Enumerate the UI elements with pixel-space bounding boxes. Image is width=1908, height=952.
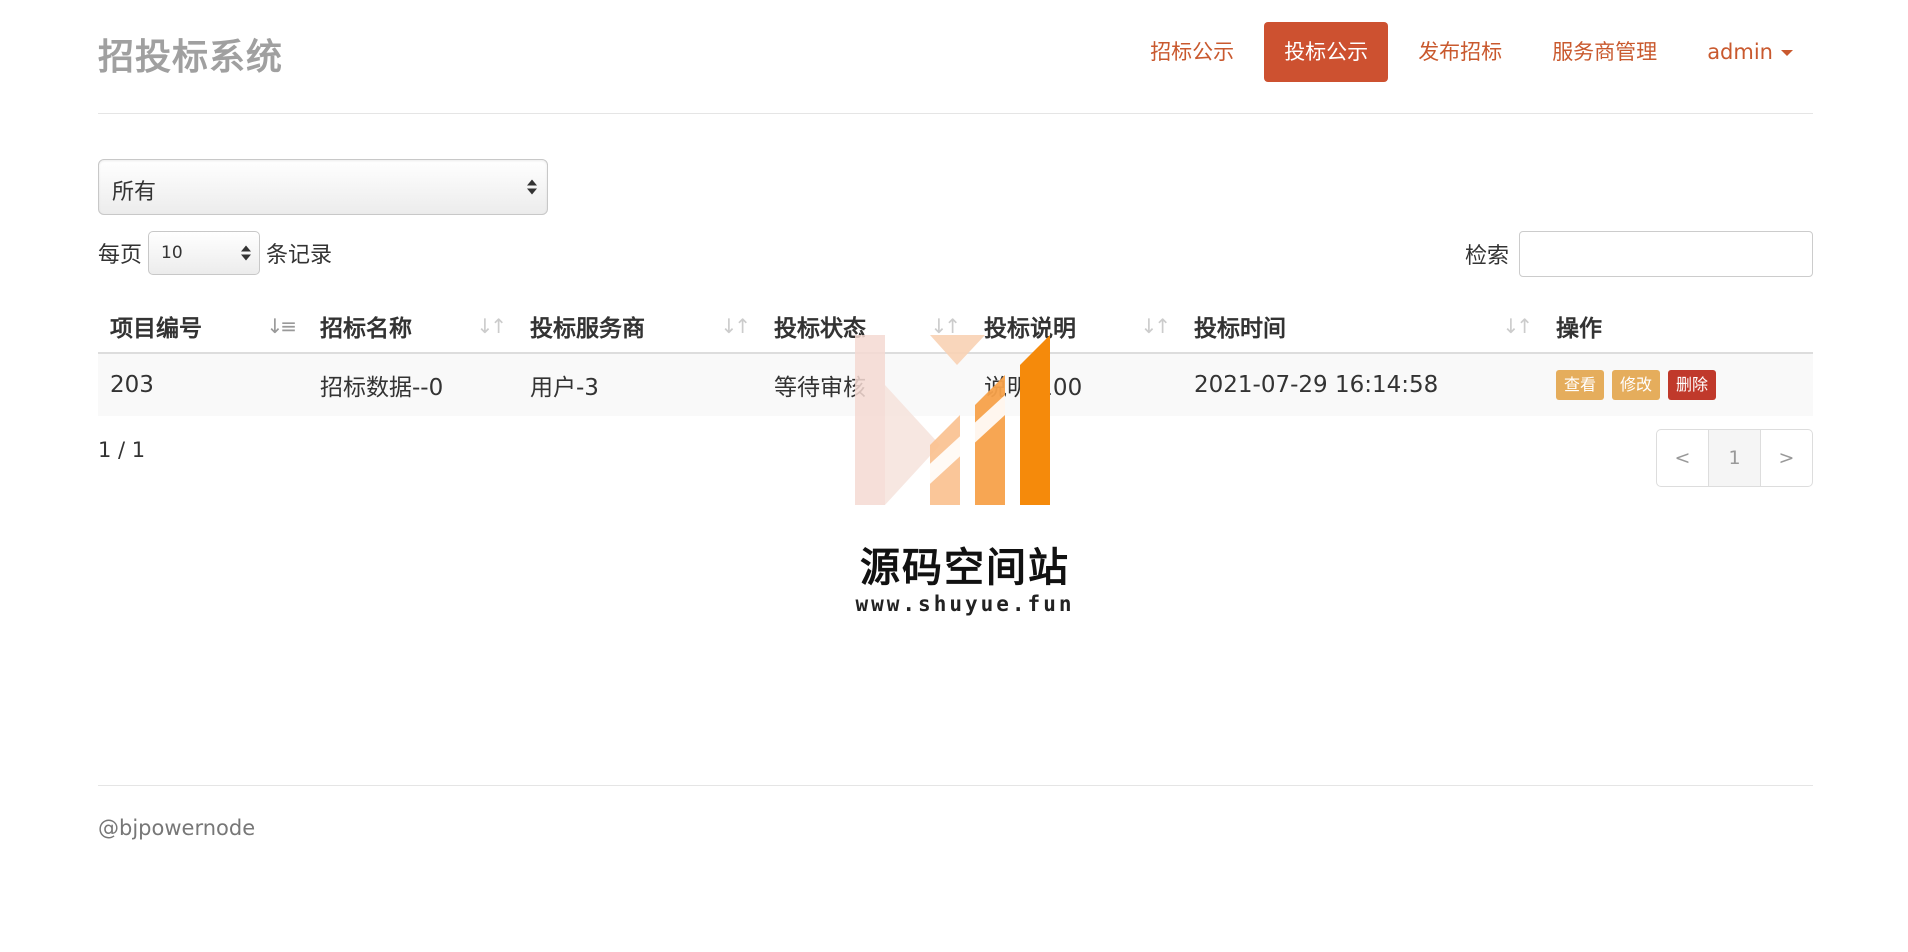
page-size-value: 10: [161, 243, 183, 263]
page-info: 1 / 1: [98, 438, 146, 462]
cell-actions: 查看 修改 删除: [1544, 353, 1813, 416]
column-label: 投标时间: [1194, 316, 1286, 342]
footer-divider: [98, 785, 1813, 786]
cell-id: 203: [98, 353, 308, 416]
column-label: 招标名称: [320, 316, 412, 342]
cell-time: 2021-07-29 16:14:58: [1182, 353, 1544, 416]
user-name: admin: [1707, 40, 1773, 64]
cell-bidder: 用户-3: [518, 353, 762, 416]
sort-icon: ↓↑: [476, 314, 506, 338]
watermark-url: www.shuyue.fun: [855, 592, 1075, 616]
delete-button[interactable]: 删除: [1668, 370, 1717, 400]
page-length-suffix: 条记录: [266, 243, 333, 268]
select-arrows-icon: [527, 179, 537, 195]
view-button[interactable]: 查看: [1556, 370, 1605, 400]
page-container: 招投标系统 招标公示 投标公示 发布招标 服务商管理 admin 所有 每页 1…: [98, 0, 1813, 840]
nav-publish-tender[interactable]: 发布招标: [1398, 22, 1522, 82]
status-filter-value: 所有: [112, 180, 157, 205]
status-filter-select[interactable]: 所有: [98, 159, 548, 215]
edit-button[interactable]: 修改: [1612, 370, 1661, 400]
column-label: 投标服务商: [530, 316, 645, 342]
header: 招投标系统 招标公示 投标公示 发布招标 服务商管理 admin: [98, 0, 1813, 114]
watermark-logo: [855, 335, 1050, 505]
sort-icon: ↓↑: [1140, 314, 1170, 338]
column-header-bidder[interactable]: 投标服务商 ↓↑: [518, 300, 762, 354]
column-label: 项目编号: [110, 316, 202, 342]
top-nav: 招标公示 投标公示 发布招标 服务商管理 admin: [1120, 22, 1813, 82]
user-menu[interactable]: admin: [1687, 22, 1813, 82]
current-page-button[interactable]: 1: [1708, 430, 1760, 486]
column-header-tender-name[interactable]: 招标名称 ↓↑: [308, 300, 518, 354]
page-length-control: 每页 10 条记录: [98, 231, 332, 275]
column-header-time[interactable]: 投标时间 ↓↑: [1182, 300, 1544, 354]
watermark: 源码空间站 www.shuyue.fun: [845, 335, 1085, 625]
select-arrows-icon: [241, 245, 252, 261]
column-label: 操作: [1556, 316, 1602, 342]
search-control: 检索: [1465, 231, 1813, 277]
search-input[interactable]: [1519, 231, 1813, 277]
page-size-select[interactable]: 10: [148, 231, 261, 275]
prev-page-button[interactable]: <: [1657, 430, 1708, 486]
sort-asc-icon: ↓≡: [266, 314, 296, 338]
watermark-title: 源码空间站: [860, 545, 1070, 591]
column-header-id[interactable]: 项目编号 ↓≡: [98, 300, 308, 354]
search-label: 检索: [1464, 244, 1509, 269]
footer-text: @bjpowernode: [98, 816, 256, 840]
sort-icon: ↓↑: [720, 314, 750, 338]
page-length-prefix: 每页: [98, 243, 143, 268]
caret-down-icon: [1781, 50, 1793, 56]
nav-bid-notice[interactable]: 投标公示: [1264, 22, 1389, 82]
nav-tender-notice[interactable]: 招标公示: [1130, 22, 1254, 82]
brand-title: 招投标系统: [98, 37, 284, 78]
pagination: < 1 >: [1656, 429, 1813, 487]
next-page-button[interactable]: >: [1760, 430, 1812, 486]
column-header-actions: 操作: [1544, 300, 1813, 354]
nav-provider-management[interactable]: 服务商管理: [1532, 22, 1677, 82]
sort-icon: ↓↑: [1502, 314, 1532, 338]
cell-tender-name: 招标数据--0: [308, 353, 518, 416]
